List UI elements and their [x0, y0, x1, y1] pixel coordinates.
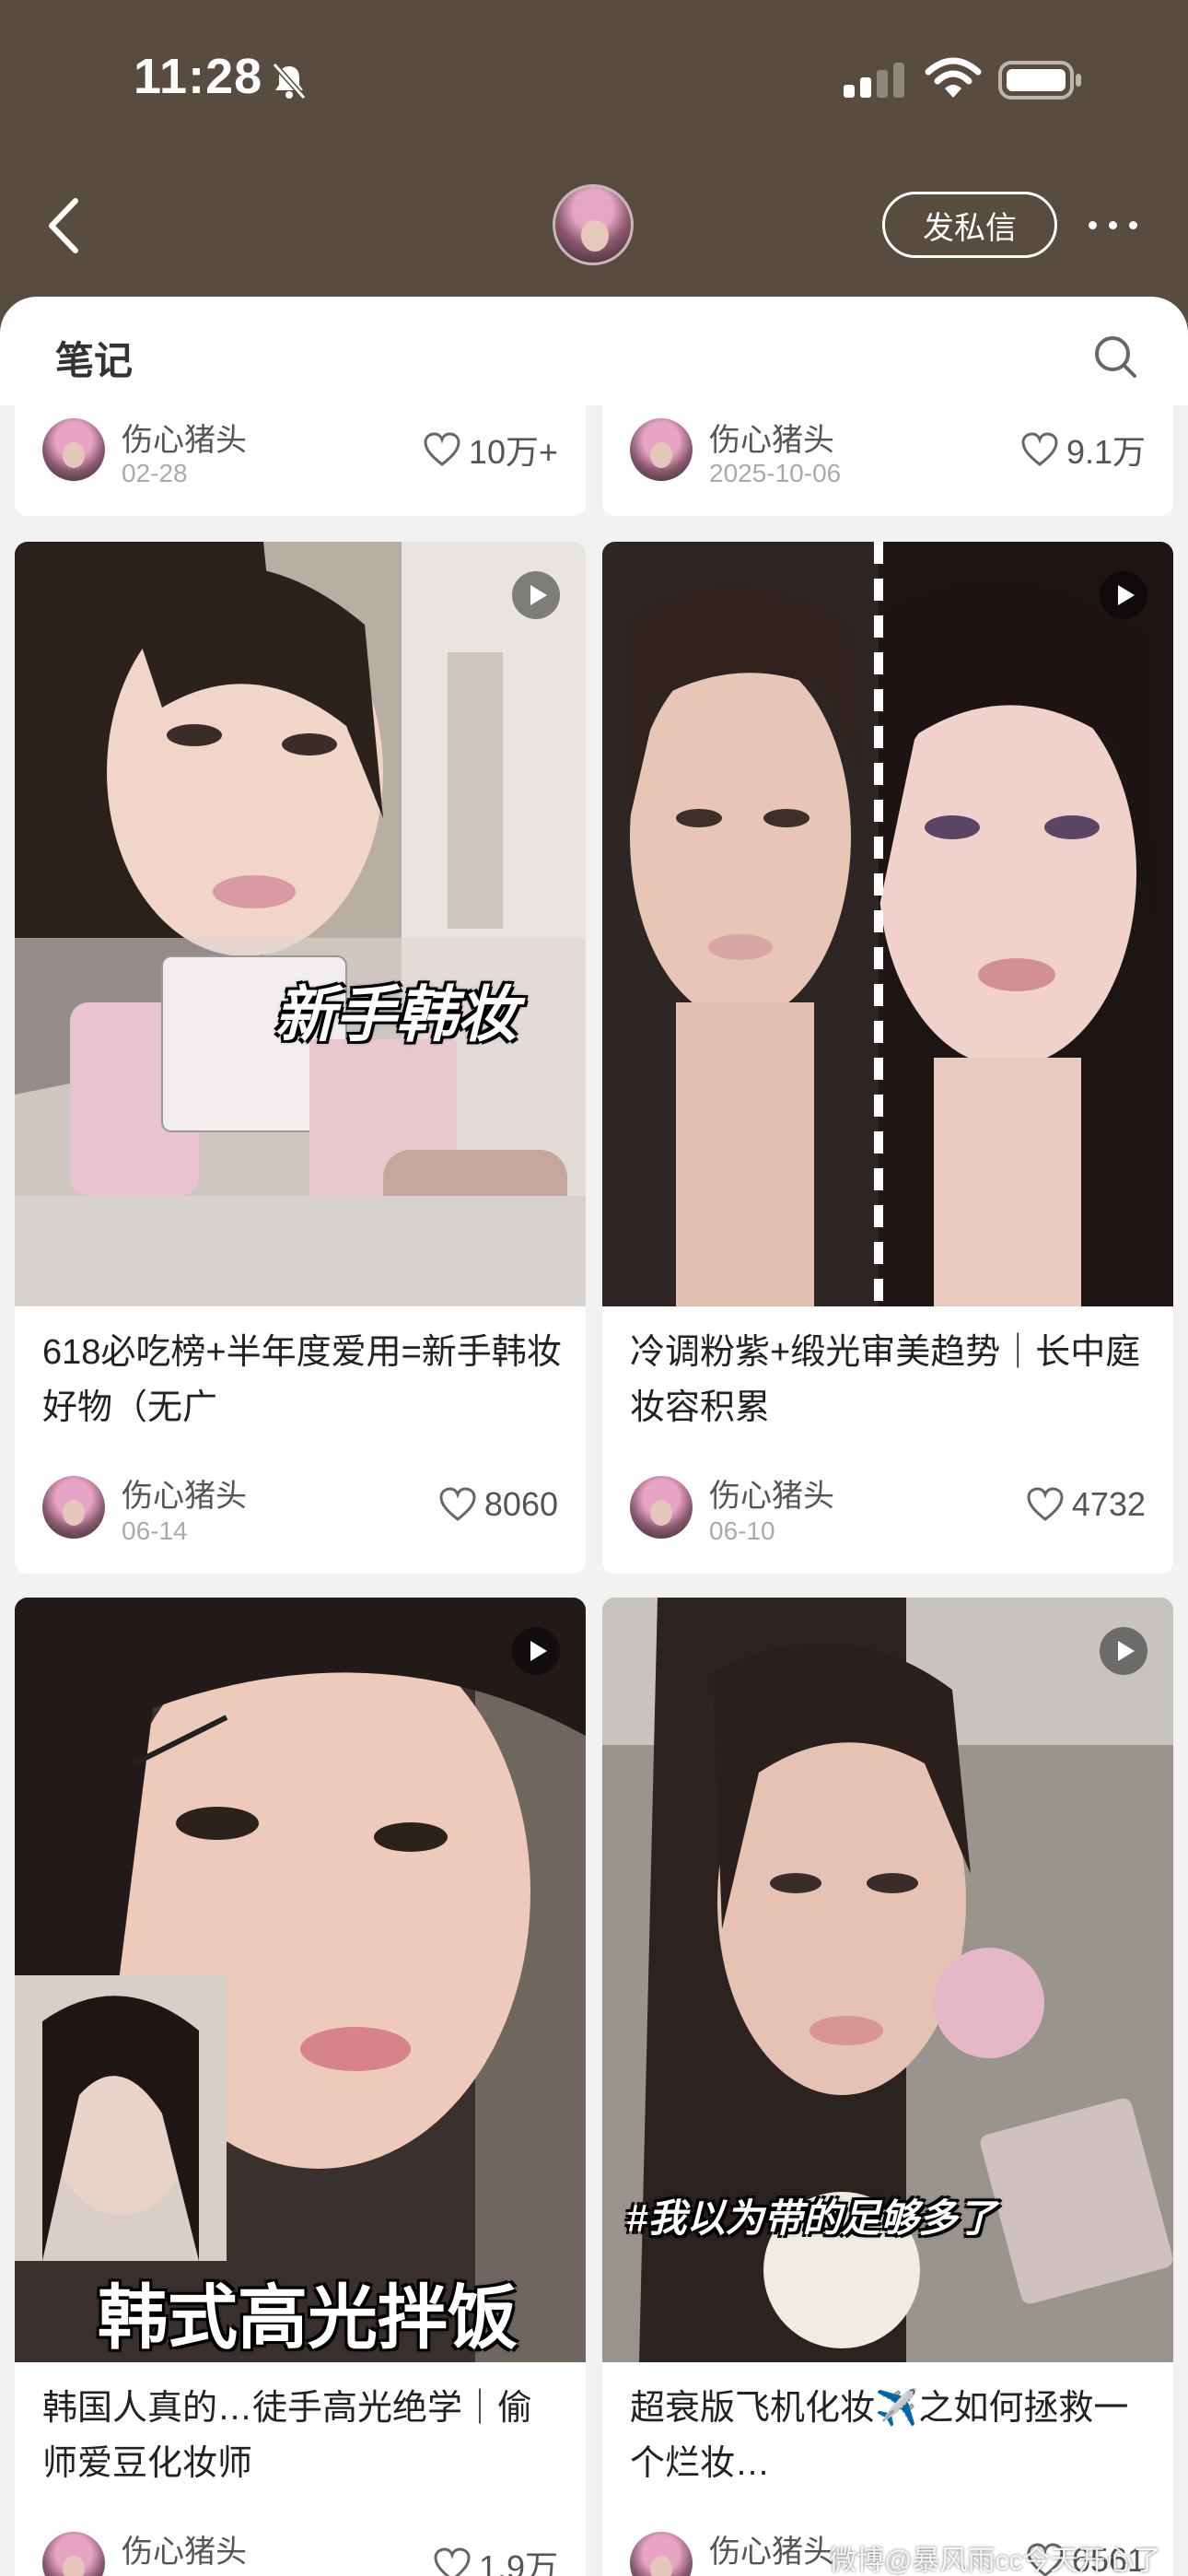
- notes-section-title: 笔记: [55, 339, 134, 382]
- note-title: 冷调粉紫+缎光审美趋势｜长中庭妆容积累: [630, 1333, 1141, 1427]
- note-title: 超衰版飞机化妆✈️之如何拯救一个烂妆…: [630, 2389, 1129, 2483]
- play-icon: [1100, 571, 1147, 619]
- note-card[interactable]: 冷调粉紫+缎光审美趋势｜长中庭妆容积累 伤心猪头 06-10 4732: [602, 542, 1173, 1574]
- like-button[interactable]: 1.9万: [433, 2541, 558, 2576]
- status-bar: 11:28: [0, 0, 1188, 157]
- note-card[interactable]: 伤心猪头 2025-10-06 9.1万: [602, 405, 1173, 516]
- back-chevron-icon[interactable]: [42, 193, 88, 258]
- like-button[interactable]: 9.1万: [1020, 426, 1146, 474]
- author-avatar: [630, 418, 693, 481]
- like-count: 10万+: [468, 433, 558, 471]
- note-cover-image: 韩式高光拌饭: [15, 1598, 586, 2362]
- cover-caption: 韩式高光拌饭: [98, 2279, 518, 2358]
- author-name: 伤心猪头: [709, 423, 834, 458]
- search-icon[interactable]: [1092, 334, 1138, 380]
- more-dots-icon[interactable]: [1085, 208, 1142, 241]
- play-icon: [512, 571, 560, 619]
- author-name: 伤心猪头: [709, 2535, 834, 2570]
- notes-header: 笔记: [0, 297, 1188, 405]
- like-count: 8060: [483, 1485, 558, 1523]
- note-card[interactable]: #我以为带的足够多了 超衰版飞机化妆✈️之如何拯救一个烂妆… 伤心猪头 6561: [602, 1598, 1173, 2576]
- bell-muted-icon: [272, 63, 307, 100]
- like-button[interactable]: 8060: [438, 1485, 558, 1524]
- note-cover-image: 新手韩妆: [15, 542, 586, 1306]
- note-card[interactable]: 韩式高光拌饭 韩国人真的…徒手高光绝学｜偷师爱豆化妆师 伤心猪头 1.9万: [15, 1598, 586, 2576]
- heart-icon: [424, 432, 460, 466]
- author-avatar: [42, 1476, 105, 1539]
- author-name: 伤心猪头: [122, 1479, 247, 1514]
- note-cover-image: #我以为带的足够多了: [602, 1598, 1173, 2362]
- author-avatar: [42, 2532, 105, 2576]
- author-name: 伤心猪头: [709, 1479, 834, 1514]
- author-name: 伤心猪头: [122, 2535, 247, 2570]
- note-card[interactable]: 新手韩妆 618必吃榜+半年度爱用=新手韩妆好物（无广 伤心猪头 06-14 8…: [15, 542, 586, 1574]
- cover-caption: 新手韩妆: [274, 980, 518, 1048]
- note-cover-image: [602, 542, 1173, 1306]
- status-time: 11:28: [134, 49, 263, 104]
- author-avatar: [630, 1476, 693, 1539]
- author-name: 伤心猪头: [122, 423, 247, 458]
- heart-icon: [1027, 1487, 1064, 1521]
- like-count: 1.9万: [478, 2548, 558, 2576]
- profile-avatar[interactable]: [553, 184, 634, 265]
- wifi-icon: [925, 57, 982, 98]
- heart-icon: [1021, 432, 1058, 466]
- signal-icon: [844, 63, 904, 98]
- note-title: 618必吃榜+半年度爱用=新手韩妆好物（无广: [42, 1333, 562, 1427]
- like-count: 9.1万: [1066, 433, 1146, 471]
- play-icon: [512, 1627, 560, 1675]
- post-date: 06-14: [122, 1516, 188, 1545]
- note-card[interactable]: 伤心猪头 02-28 10万+: [15, 405, 586, 516]
- cover-caption: #我以为带的足够多了: [626, 2196, 996, 2240]
- note-title: 韩国人真的…徒手高光绝学｜偷师爱豆化妆师: [42, 2389, 533, 2483]
- post-date: 02-28: [122, 459, 188, 487]
- heart-icon: [434, 2547, 471, 2576]
- heart-icon: [439, 1487, 476, 1521]
- like-button[interactable]: 4732: [1026, 1485, 1146, 1524]
- battery-icon: [998, 61, 1081, 100]
- notes-sheet: 笔记 伤心猪头 02-28 10万+ 伤心猪头 2025-10-06 9.1万: [0, 297, 1188, 2576]
- post-date: 2025-10-06: [709, 459, 842, 487]
- like-button[interactable]: 10万+: [423, 426, 558, 474]
- send-message-button[interactable]: 发私信: [882, 192, 1057, 258]
- watermark: 微博@暴风雨cc今天开心了吗: [829, 2546, 1161, 2576]
- like-count: 4732: [1071, 1485, 1146, 1523]
- post-date: 06-10: [709, 1516, 775, 1545]
- play-icon: [1100, 1627, 1147, 1675]
- author-avatar: [42, 418, 105, 481]
- author-avatar: [630, 2532, 693, 2576]
